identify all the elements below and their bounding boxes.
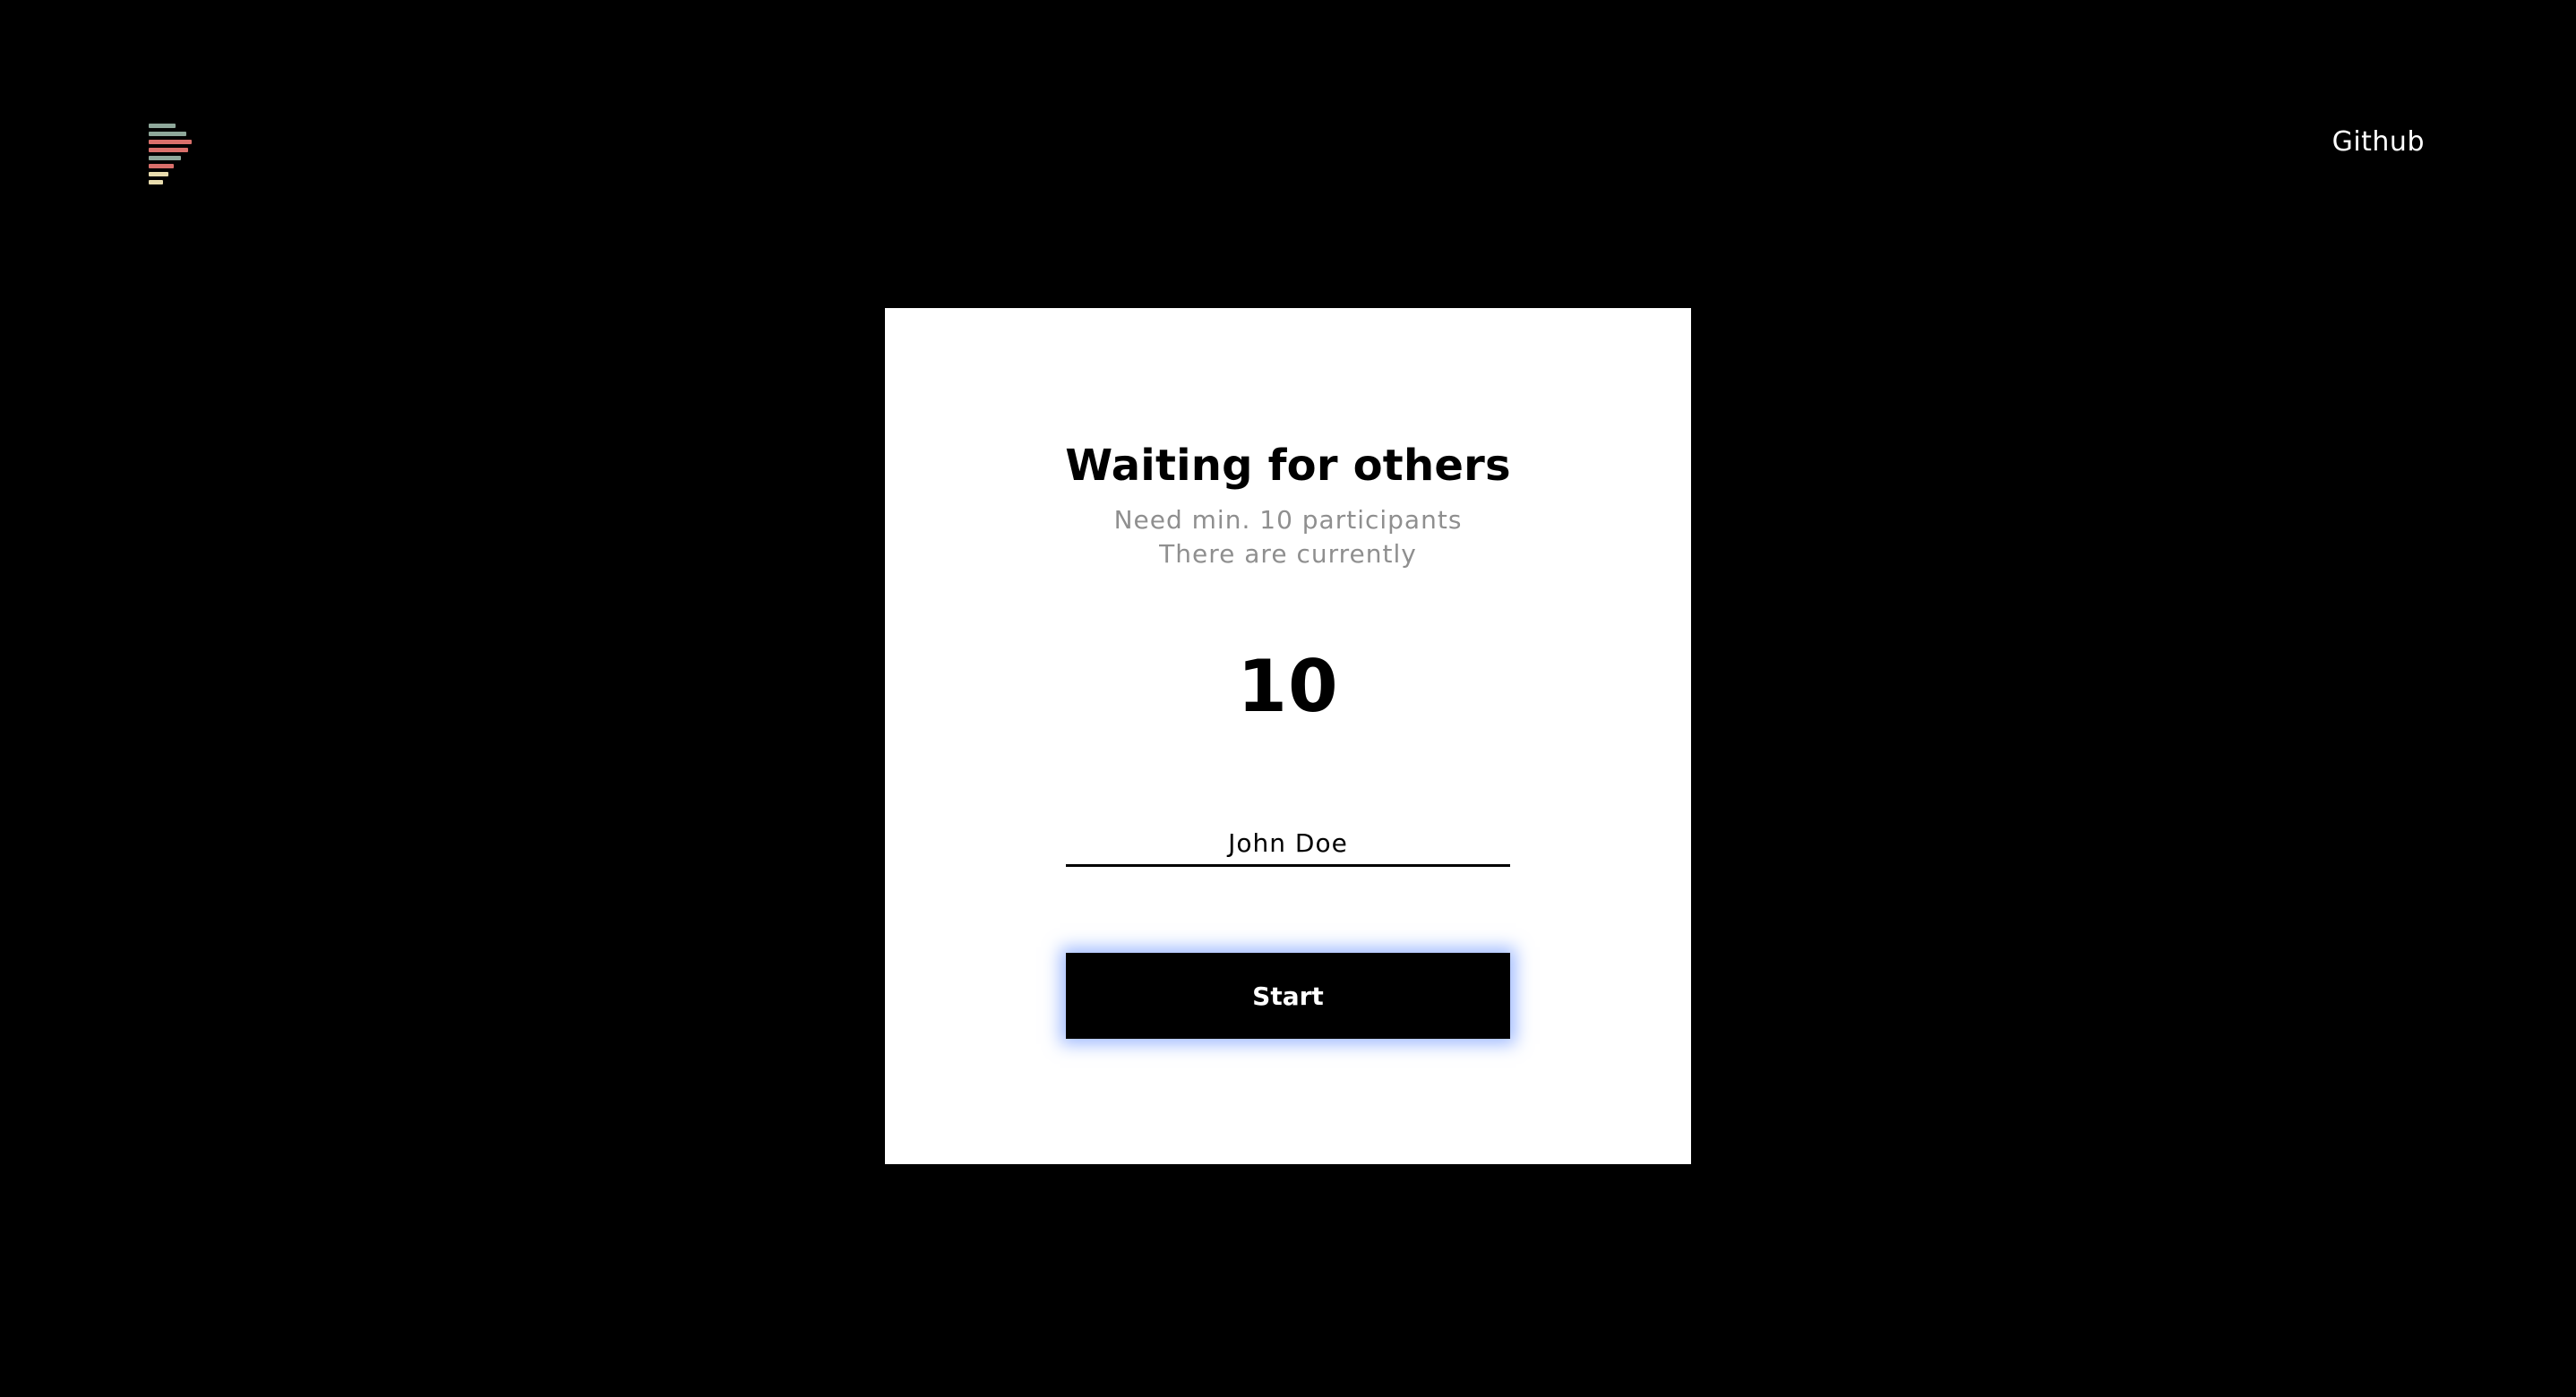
logo-bar: [149, 124, 176, 128]
github-link[interactable]: Github: [2332, 126, 2425, 158]
logo-bar: [149, 132, 186, 136]
logo-bar: [149, 180, 163, 184]
min-participants-text: Need min. 10 participants: [1113, 505, 1463, 535]
logo-bar: [149, 156, 181, 160]
logo-bar: [149, 172, 168, 176]
card-title: Waiting for others: [1065, 441, 1511, 491]
name-input[interactable]: [1066, 822, 1510, 867]
current-participants-text: There are currently: [1159, 539, 1417, 569]
logo-bar: [149, 164, 174, 168]
app-logo[interactable]: [149, 124, 193, 184]
participant-count: 10: [1237, 645, 1339, 728]
waiting-card: Waiting for others Need min. 10 particip…: [885, 308, 1691, 1164]
start-button[interactable]: Start: [1066, 953, 1510, 1039]
logo-bar: [149, 140, 192, 144]
logo-bar: [149, 148, 188, 152]
